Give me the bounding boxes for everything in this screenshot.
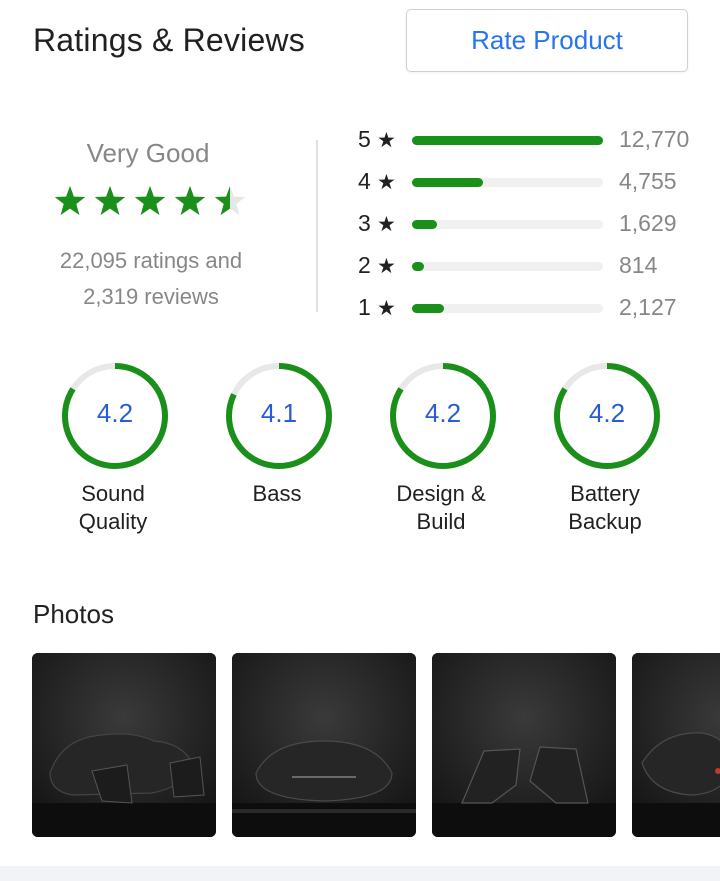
aspect-label: Bass <box>195 480 359 508</box>
rating-bar-fill <box>412 178 483 187</box>
rating-verdict: Very Good <box>86 138 210 168</box>
rating-bar-count: 814 <box>619 252 658 278</box>
section-separator <box>0 866 720 881</box>
rating-bar-fill <box>412 304 444 313</box>
aspect-rating-1: 4.1 Bass <box>195 358 359 548</box>
rating-bar-label: 5 <box>358 126 371 152</box>
aspect-label-line: Build <box>416 509 466 534</box>
earbuds-partial-photo[interactable] <box>632 653 720 837</box>
rating-bar-row-2: 2 ★ 814 <box>340 248 720 286</box>
rating-bar-label: 1 <box>358 294 371 320</box>
rating-bar-count: 2,127 <box>619 294 677 320</box>
star-icon: ★ <box>377 297 396 320</box>
star-icon: ★ <box>377 129 396 152</box>
aspect-label-line: Battery <box>570 481 640 506</box>
star-icon: ★ <box>377 255 396 278</box>
aspect-rating-2: 4.2 Design & Build <box>359 358 523 548</box>
aspect-label-line: Sound <box>81 481 145 506</box>
rating-bar-label: 4 <box>358 168 371 194</box>
aspect-rating-3: 4.2 Battery Backup <box>523 358 687 548</box>
earbuds-case-photo[interactable] <box>32 653 216 837</box>
ratings-count: 22,095 ratings and <box>59 248 243 273</box>
star-icon <box>54 186 86 215</box>
aspect-label: Sound Quality <box>31 480 195 536</box>
aspect-value: 4.2 <box>588 398 626 428</box>
star-icon: ★ <box>377 171 396 194</box>
rating-bar-track <box>412 178 603 187</box>
rating-bar-track <box>412 220 603 229</box>
rating-bar-track <box>412 304 603 313</box>
rating-bar-row-1: 1 ★ 2,127 <box>340 290 720 328</box>
photos-title: Photos <box>33 599 114 629</box>
aspect-rating-0: 4.2 Sound Quality <box>31 358 195 548</box>
rating-bar-row-4: 4 ★ 4,755 <box>340 164 720 202</box>
star-icon: ★ <box>377 213 396 236</box>
rating-bar-label: 2 <box>358 252 371 278</box>
aspect-label: Design & Build <box>359 480 523 536</box>
summary-divider <box>316 140 318 312</box>
earbuds-case-closed-photo[interactable] <box>232 653 416 837</box>
star-rating <box>52 182 252 222</box>
section-title: Ratings & Reviews <box>33 22 305 58</box>
aspect-ratings: 4.2 Sound Quality 4.1 Bass 4.2 Design & Build 4.… <box>0 358 720 548</box>
reviews-count: 2,319 reviews <box>83 284 219 309</box>
aspect-label-line: Quality <box>78 509 148 534</box>
rating-bar-count: 1,629 <box>619 210 677 236</box>
photos-strip[interactable] <box>0 653 720 837</box>
star-icon <box>174 186 206 215</box>
rating-bar-row-5: 5 ★ 12,770 <box>340 122 720 160</box>
earbuds-pair-photo[interactable] <box>432 653 616 837</box>
star-icon <box>214 186 246 215</box>
star-icon <box>134 186 166 215</box>
rating-bar-track <box>412 136 603 145</box>
rating-bar-fill <box>412 220 437 229</box>
rating-bar-count: 12,770 <box>619 126 690 152</box>
star-icon <box>94 186 126 215</box>
aspect-label-line: Backup <box>568 509 642 534</box>
rate-product-button[interactable]: Rate Product <box>406 9 688 72</box>
rating-bar-fill <box>412 262 425 271</box>
aspect-label: Battery Backup <box>523 480 687 536</box>
aspect-value: 4.1 <box>260 398 298 428</box>
aspect-label-line: Design & <box>396 481 486 506</box>
aspect-value: 4.2 <box>424 398 462 428</box>
aspect-value: 4.2 <box>96 398 134 428</box>
rating-bar-count: 4,755 <box>619 168 677 194</box>
ratings-header: Ratings & Reviews Rate Product <box>0 0 720 90</box>
rating-bar-fill <box>412 136 603 145</box>
rating-summary: Very Good 22,095 ratings and 2,319 revie… <box>0 120 316 320</box>
rating-bar-track <box>412 262 603 271</box>
aspect-label-line: Bass <box>252 481 302 506</box>
rating-bar-label: 3 <box>358 210 371 236</box>
rating-bar-row-3: 3 ★ 1,629 <box>340 206 720 244</box>
